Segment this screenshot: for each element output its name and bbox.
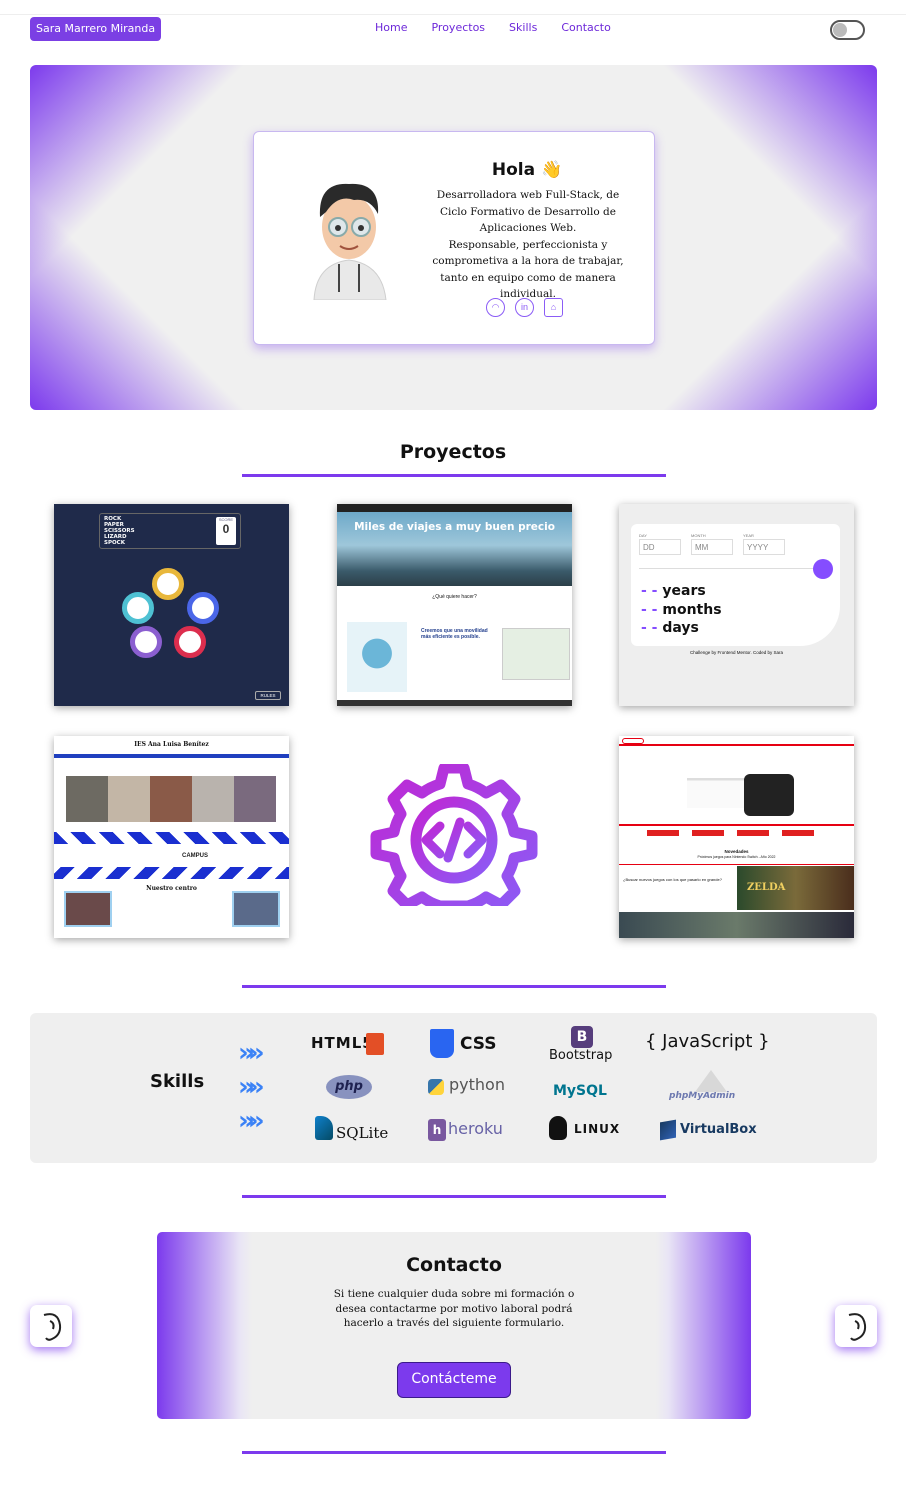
nintendo-text: ¿Buscar nuevos juegos con los que pasarl… xyxy=(623,877,722,882)
project-card-rock-paper-scissors[interactable]: ROCK PAPER SCISSORS LIZARD SPOCK SCORE 0 RUL… xyxy=(54,504,289,706)
rules-button: RULES xyxy=(255,691,281,700)
projects-title: Proyectos xyxy=(399,441,507,463)
paper-token xyxy=(187,592,219,624)
nav-link-skills[interactable]: Skills xyxy=(509,21,537,34)
arrow-button xyxy=(813,559,833,579)
month-input: MM xyxy=(691,539,733,555)
footer-divider xyxy=(242,1451,666,1454)
top-divider xyxy=(0,14,906,15)
travel-map xyxy=(502,628,570,680)
spock-token xyxy=(122,592,154,624)
social-links: ◠ in ⌂ xyxy=(486,298,563,317)
mysql-logo: MySQL xyxy=(553,1083,607,1099)
bootstrap-icon: B xyxy=(571,1026,593,1048)
game-header: ROCK PAPER SCISSORS LIZARD SPOCK SCORE 0 xyxy=(99,513,241,549)
python-icon xyxy=(428,1079,444,1095)
projects-divider xyxy=(242,474,666,477)
intro-card: Hola 👋 Desarrolladora web Full-Stack, de… xyxy=(253,131,655,345)
php-logo: php xyxy=(326,1075,372,1099)
store-icon[interactable]: ⌂ xyxy=(544,298,563,317)
brand-button[interactable]: Sara Marrero Miranda xyxy=(30,17,162,41)
credit-text: Challenge by Frontend Mentor. Coded by S… xyxy=(689,650,784,655)
css3-logo: CSS xyxy=(460,1034,497,1054)
school-gallery xyxy=(66,776,276,822)
nintendo-logo xyxy=(622,738,644,744)
contact-text: Si tiene cualquier duda sobre mi formaci… xyxy=(333,1288,575,1329)
travel-question: ¿Qué quiere hacer? xyxy=(432,594,477,600)
ear-icon xyxy=(835,1305,877,1347)
tux-penguin-icon xyxy=(549,1116,567,1140)
score-box: SCORE 0 xyxy=(216,517,236,545)
project-card-nintendo[interactable]: Novedades Próximos juegos para Nintendo … xyxy=(619,736,854,938)
sqlite-feather-icon xyxy=(315,1116,333,1140)
contact-divider-top xyxy=(242,1195,666,1198)
avatar-illustration xyxy=(313,183,387,300)
nav-link-proyectos[interactable]: Proyectos xyxy=(431,21,485,34)
html5-logo: HTML5 xyxy=(311,1034,374,1052)
year-input: YYYY xyxy=(743,539,785,555)
html5-shield-icon xyxy=(366,1033,384,1055)
campus-logo: CAMPUS xyxy=(182,853,209,859)
chevron-right-icon: » » xyxy=(238,1106,265,1136)
javascript-logo: { JavaScript } xyxy=(645,1031,770,1052)
lizard-token-2 xyxy=(130,626,162,658)
lizard-token xyxy=(152,568,184,600)
nav-link-contacto[interactable]: Contacto xyxy=(561,21,611,34)
bootstrap-logo: Bootstrap xyxy=(549,1048,613,1063)
day-input: DD xyxy=(639,539,681,555)
skills-title: Skills xyxy=(150,1071,205,1092)
novedades-title: Novedades xyxy=(724,849,749,854)
chevron-right-icon: » » xyxy=(238,1072,265,1102)
sqlite-logo: SQLite xyxy=(336,1124,389,1142)
chevron-right-icon: » » xyxy=(238,1038,265,1068)
skills-divider-top xyxy=(242,985,666,988)
theme-toggle[interactable] xyxy=(830,20,865,40)
travel-subhead: Creemos que una movilidad más eficiente … xyxy=(421,628,488,640)
bio-text: Desarrolladora web Full-Stack, de Ciclo … xyxy=(422,187,634,303)
school-title: IES Ana Luisa Benítez xyxy=(134,741,209,748)
game-title: ROCK PAPER SCISSORS LIZARD SPOCK xyxy=(104,516,135,546)
travel-footer xyxy=(337,700,572,706)
novedades-subtitle: Próximos juegos para Nintendo Switch - A… xyxy=(697,855,776,859)
github-icon[interactable]: ◠ xyxy=(486,298,505,317)
ear-icon xyxy=(30,1305,72,1347)
main-nav: Home Proyectos Skills Contacto xyxy=(375,21,611,34)
project-card-travel[interactable]: Miles de viajes a muy buen precio ¿Qué q… xyxy=(337,504,572,706)
wave-band xyxy=(54,832,289,844)
rock-token xyxy=(174,626,206,658)
category-buttons xyxy=(647,830,827,836)
phpmyadmin-sail-icon xyxy=(695,1070,727,1092)
python-logo: python xyxy=(449,1075,505,1094)
linkedin-icon[interactable]: in xyxy=(515,298,534,317)
nav-link-home[interactable]: Home xyxy=(375,21,407,34)
age-results: - - years - - months - - days xyxy=(641,583,722,636)
code-gear-icon xyxy=(370,764,538,906)
game-banner-2 xyxy=(619,912,854,938)
phpmyadmin-logo: phpMyAdmin xyxy=(669,1091,736,1101)
project-card-age-calculator[interactable]: DAY MONTH YEAR DD MM YYYY - - years - - … xyxy=(619,504,854,706)
css3-shield-icon xyxy=(430,1029,454,1058)
contact-button[interactable]: Contácteme xyxy=(397,1362,511,1398)
virtualbox-logo: VirtualBox xyxy=(680,1122,757,1137)
zelda-logo: ZELDA xyxy=(747,882,786,893)
virtualbox-cube-icon xyxy=(660,1119,676,1141)
page: Sara Marrero Miranda Home Proyectos Skil… xyxy=(0,0,906,1486)
heroku-icon: h xyxy=(428,1119,446,1141)
greeting-title: Hola 👋 xyxy=(491,160,563,180)
age-card: DAY MONTH YEAR DD MM YYYY - - years - - … xyxy=(631,524,840,646)
travel-headline: Miles de viajes a muy buen precio xyxy=(354,521,555,533)
heroku-logo: heroku xyxy=(448,1119,503,1138)
travel-illustration xyxy=(347,622,407,692)
project-card-school[interactable]: IES Ana Luisa Benítez CAMPUS Nuestro cen… xyxy=(54,736,289,938)
contact-title: Contacto xyxy=(406,1254,502,1276)
browser-bar xyxy=(337,504,572,512)
bio-line-1: Desarrolladora web Full-Stack, de Ciclo … xyxy=(436,189,620,234)
linux-logo: LINUX xyxy=(574,1122,621,1136)
bio-line-2: Responsable, perfeccionista y comprometi… xyxy=(432,238,624,301)
